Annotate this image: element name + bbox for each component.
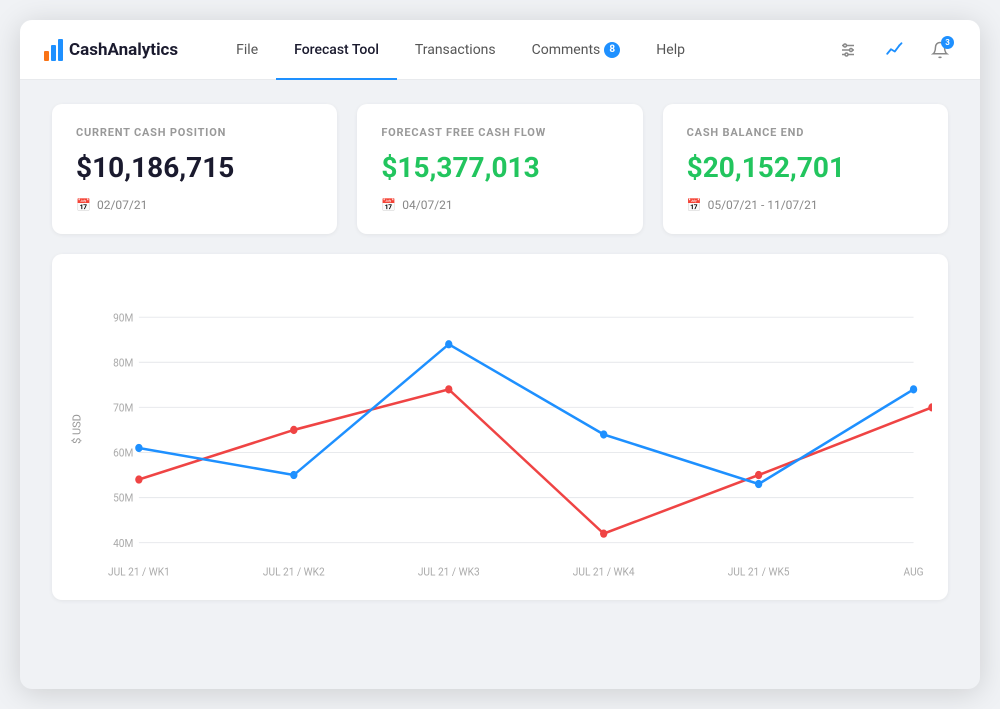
logo-text: CashAnalytics (69, 40, 178, 60)
nav-help[interactable]: Help (638, 20, 703, 80)
nav-comments[interactable]: Comments 8 (514, 20, 639, 80)
card-forecast-label: FORECAST FREE CASH FLOW (381, 126, 618, 139)
nav-links: File Forecast Tool Transactions Comments… (218, 20, 832, 80)
card-forecast-value: $15,377,013 (381, 151, 618, 184)
card-current-cash: CURRENT CASH POSITION $10,186,715 📅 02/0… (52, 104, 337, 234)
svg-text:90M: 90M (113, 311, 133, 325)
card-current-cash-label: CURRENT CASH POSITION (76, 126, 313, 139)
chart-card: $ USD 90M 80M 70M 60M 50M 40M JUL 21 / WK1 JUL … (52, 254, 948, 600)
logo[interactable]: CashAnalytics (44, 39, 178, 61)
nav-icons: 3 (832, 34, 956, 66)
nav-transactions[interactable]: Transactions (397, 20, 514, 80)
svg-text:JUL 21 / WK2: JUL 21 / WK2 (263, 565, 325, 579)
main-content: CURRENT CASH POSITION $10,186,715 📅 02/0… (20, 80, 980, 624)
svg-text:50M: 50M (113, 491, 133, 505)
svg-text:80M: 80M (113, 356, 133, 370)
calendar-icon-2: 📅 (381, 198, 396, 212)
svg-text:JUL 21 / WK3: JUL 21 / WK3 (418, 565, 480, 579)
nav-forecast-tool[interactable]: Forecast Tool (276, 20, 397, 80)
svg-text:JUL 21 / WK5: JUL 21 / WK5 (728, 565, 790, 579)
navbar: CashAnalytics File Forecast Tool Transac… (20, 20, 980, 80)
logo-icon (44, 39, 63, 61)
settings-icon[interactable] (832, 34, 864, 66)
chart-wrap: $ USD 90M80M70M60M50M40MJUL 21 / WK1JUL … (102, 274, 932, 584)
svg-text:JUL 21 / WK1: JUL 21 / WK1 (108, 565, 170, 579)
svg-text:40M: 40M (113, 536, 133, 550)
y-axis-label: $ USD (70, 414, 83, 444)
card-current-cash-value: $10,186,715 (76, 151, 313, 184)
nav-file[interactable]: File (218, 20, 276, 80)
chart-svg: 90M 80M 70M 60M 50M 40M JUL 21 / WK1 JUL 21 / W… (102, 274, 932, 584)
card-forecast-date: 📅 04/07/21 (381, 198, 618, 212)
calendar-icon-3: 📅 (687, 198, 702, 212)
notification-icon[interactable]: 3 (924, 34, 956, 66)
card-balance-date: 📅 05/07/21 - 11/07/21 (687, 198, 924, 212)
cards-row: CURRENT CASH POSITION $10,186,715 📅 02/0… (52, 104, 948, 234)
card-current-cash-date: 📅 02/07/21 (76, 198, 313, 212)
chart-icon[interactable] (878, 34, 910, 66)
calendar-icon-1: 📅 (76, 198, 91, 212)
svg-text:60M: 60M (113, 446, 133, 460)
card-balance-label: CASH BALANCE END (687, 126, 924, 139)
svg-text:AUG: AUG (904, 565, 924, 579)
svg-text:JUL 21 / WK4: JUL 21 / WK4 (573, 565, 635, 579)
card-balance-value: $20,152,701 (687, 151, 924, 184)
svg-text:70M: 70M (113, 401, 133, 415)
notification-badge: 3 (941, 36, 954, 49)
card-forecast-free: FORECAST FREE CASH FLOW $15,377,013 📅 04… (357, 104, 642, 234)
card-cash-balance: CASH BALANCE END $20,152,701 📅 05/07/21 … (663, 104, 948, 234)
comments-badge: 8 (604, 42, 620, 58)
